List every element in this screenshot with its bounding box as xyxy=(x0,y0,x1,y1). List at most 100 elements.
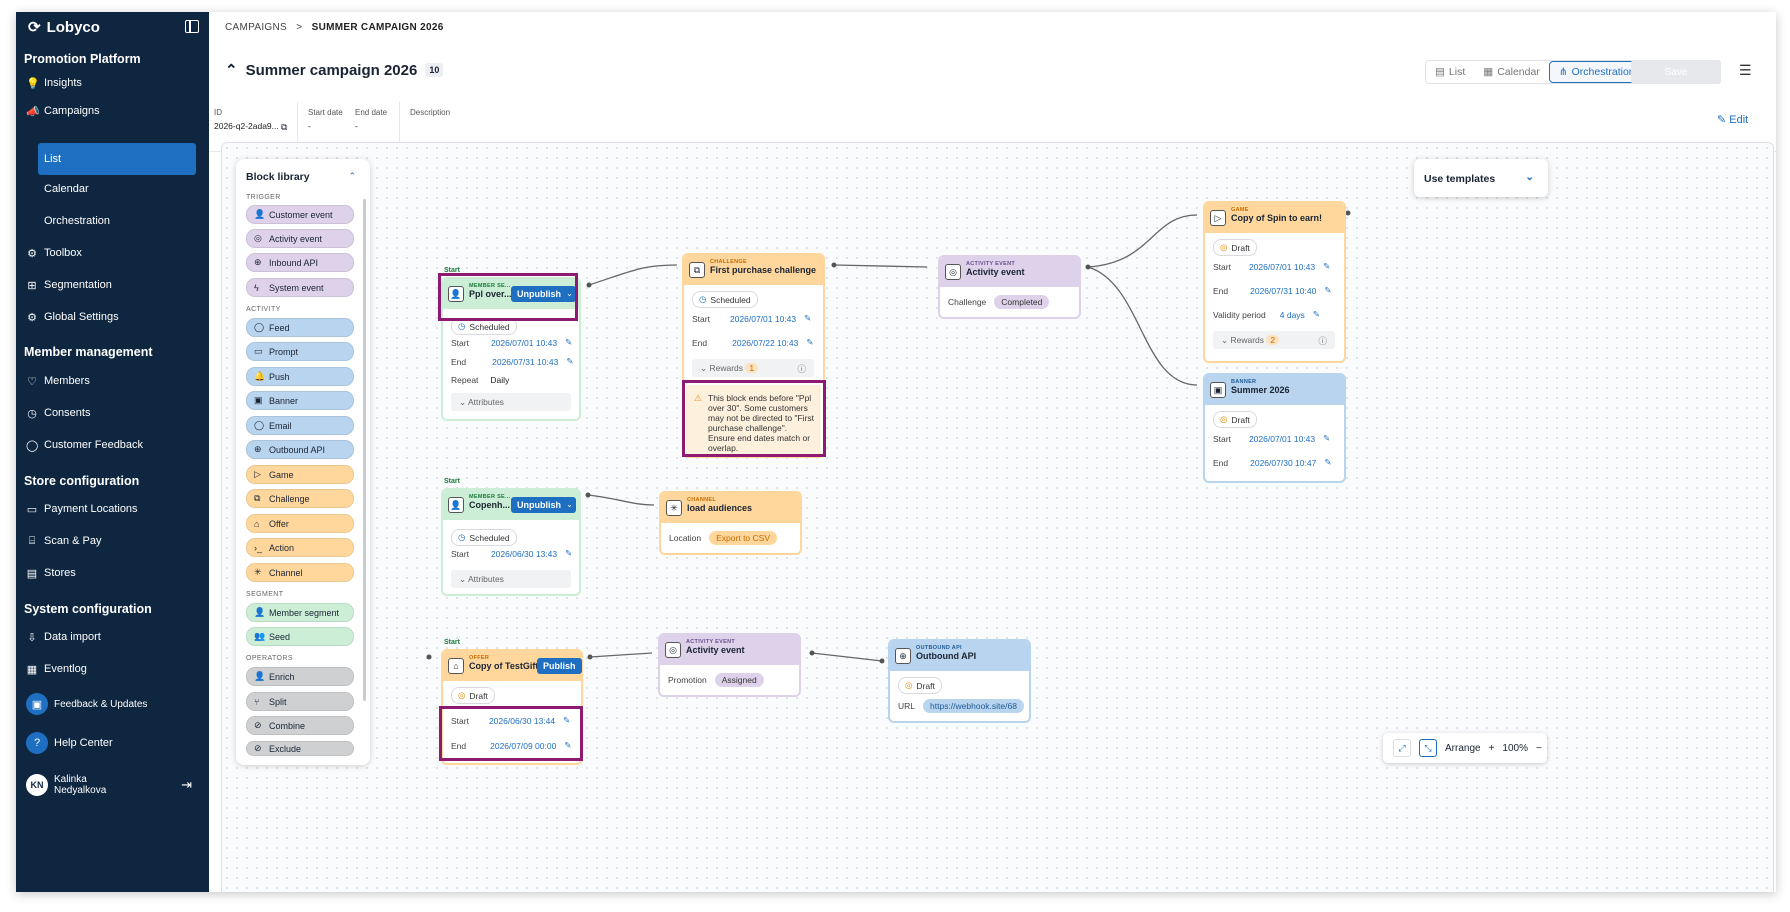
unpublish-button[interactable]: Unpublish xyxy=(511,497,567,513)
rewards-toggle[interactable]: ⌄ Rewards 2 ⓘ xyxy=(1213,331,1335,349)
block-push[interactable]: 🔔 Push xyxy=(246,367,354,386)
rewards-toggle[interactable]: ⌄ Rewards 1 ⓘ xyxy=(692,359,814,377)
sidebar-item-calendar[interactable]: Calendar xyxy=(38,178,196,200)
sidebar-item-toolbox[interactable]: ⚙ Toolbox xyxy=(24,242,204,264)
feedback-icon: ▣ xyxy=(26,693,48,715)
pencil-icon[interactable]: ✎ xyxy=(804,313,811,324)
block-split[interactable]: ⑂ Split xyxy=(246,692,354,711)
node-game[interactable]: ▷ GAME Copy of Spin to earn! ◎ Draft Star… xyxy=(1203,201,1346,363)
sidebar-item-feedback-updates[interactable]: ▣ Feedback & Updates xyxy=(24,693,204,715)
block-activity-event[interactable]: ◎ Activity event xyxy=(246,229,354,248)
zoom-out-icon[interactable]: − xyxy=(1536,743,1542,754)
library-scrollbar[interactable] xyxy=(363,199,366,701)
block-game[interactable]: ▷ Game xyxy=(246,465,354,484)
block-action[interactable]: ›_ Action xyxy=(246,538,354,557)
repeat-row: Repeat Daily xyxy=(451,375,510,385)
page-title: Summer campaign 2026 xyxy=(245,61,418,79)
sidebar-item-scan-pay[interactable]: ⌸ Scan & Pay xyxy=(24,530,204,552)
heart-icon: ♡ xyxy=(27,375,37,388)
url-value[interactable]: https://webhook.site/68 xyxy=(923,699,1024,713)
sidebar-item-stores[interactable]: ▤ Stores xyxy=(24,562,204,584)
arrange-button[interactable]: Arrange xyxy=(1445,743,1481,754)
block-system-event[interactable]: ϟ System event xyxy=(246,278,354,297)
pencil-icon[interactable]: ✎ xyxy=(1323,261,1330,272)
block-combine[interactable]: ⊘ Combine xyxy=(246,716,354,735)
edit-button[interactable]: ✎ Edit xyxy=(1717,113,1748,126)
category-activity: ACTIVITY xyxy=(246,306,281,313)
sidebar-item-list[interactable]: List xyxy=(38,143,196,175)
block-channel[interactable]: ✳ Channel xyxy=(246,563,354,582)
brand-logo[interactable]: ⟳ Lobyco xyxy=(28,18,100,37)
block-challenge[interactable]: ⧉ Challenge xyxy=(246,489,354,508)
sidebar-item-insights[interactable]: 💡 Insights xyxy=(24,72,204,94)
node-channel[interactable]: ✳ CHANNEL load audiences Location Export … xyxy=(659,491,802,555)
block-offer[interactable]: ⌂ Offer xyxy=(246,514,354,533)
pencil-icon[interactable]: ✎ xyxy=(1323,433,1330,444)
publish-button[interactable]: Publish xyxy=(537,658,582,674)
location-row: Location Export to CSV xyxy=(669,531,777,545)
sidebar-item-consents[interactable]: ◷ Consents xyxy=(24,402,204,424)
block-outbound-api[interactable]: ⊕ Outbound API xyxy=(246,440,354,459)
pencil-icon[interactable]: ✎ xyxy=(1324,457,1331,468)
block-enrich[interactable]: 👤 Enrich xyxy=(246,667,354,686)
menu-icon[interactable]: ☰ xyxy=(1739,62,1752,79)
pencil-icon[interactable]: ✎ xyxy=(1313,309,1320,320)
logout-icon[interactable]: ⇥ xyxy=(181,777,192,793)
pencil-icon[interactable]: ✎ xyxy=(1324,285,1331,296)
sidebar-item-orchestration[interactable]: Orchestration xyxy=(38,210,196,232)
node-activity-event-challenge[interactable]: ◎ ACTIVITY EVENT Activity event Challeng… xyxy=(938,255,1081,319)
sidebar-item-campaigns[interactable]: 📣 Campaigns xyxy=(24,100,204,122)
sidebar-item-eventlog[interactable]: ▦ Eventlog xyxy=(24,658,204,680)
store-icon: ▤ xyxy=(26,567,38,580)
pencil-icon[interactable]: ✎ xyxy=(565,337,572,348)
info-icon[interactable]: ⓘ xyxy=(1318,335,1327,347)
block-member-segment[interactable]: 👤 Member segment xyxy=(246,603,354,622)
zoom-in-icon[interactable]: + xyxy=(1489,743,1495,754)
expand-icon[interactable]: ⤢ xyxy=(1393,739,1411,757)
user-profile[interactable]: KN Kalinka Nedyalkova ⇥ xyxy=(24,770,204,800)
block-exclude[interactable]: ⊘ Exclude xyxy=(246,741,354,756)
tab-list[interactable]: ▤ List xyxy=(1426,61,1474,83)
edge-n9-n10 xyxy=(811,652,883,662)
node-outbound-api[interactable]: ⊕ OUTBOUND API Outbound API ◎ Draft URL ht… xyxy=(888,639,1031,723)
attributes-toggle[interactable]: ⌄ Attributes xyxy=(451,570,571,588)
import-icon: ⇩ xyxy=(27,631,37,644)
block-banner[interactable]: ▣ Banner xyxy=(246,391,354,410)
tab-calendar[interactable]: ▦ Calendar xyxy=(1474,61,1549,83)
block-inbound-api[interactable]: ⊕ Inbound API xyxy=(246,253,354,272)
end-row: End 2026/07/31 10:40 ✎ xyxy=(1213,285,1332,296)
copy-icon[interactable]: ⧉ xyxy=(281,122,287,133)
person-icon: 👤 xyxy=(254,209,266,219)
block-customer-event[interactable]: 👤 Customer event xyxy=(246,205,354,224)
sidebar-item-payment-locations[interactable]: ▭ Payment Locations xyxy=(24,498,204,520)
chevron-up-icon[interactable]: ⌃ xyxy=(348,171,356,182)
port-dot xyxy=(426,654,432,660)
chevron-down-icon: ⌄ xyxy=(1525,171,1534,183)
node-activity-event-promotion[interactable]: ◎ ACTIVITY EVENT Activity event Promotio… xyxy=(658,633,801,697)
node-member-segment-copenh[interactable]: 👤 MEMBER SE... Copenh... Unpublish ⌄ ◷ Sc… xyxy=(441,488,581,596)
use-templates-dropdown[interactable]: ⌄ Use templates xyxy=(1414,159,1548,197)
block-prompt[interactable]: ▭ Prompt xyxy=(246,342,354,361)
chevron-up-icon[interactable]: ⌃ xyxy=(225,61,238,79)
chevron-down-icon[interactable]: ⌄ xyxy=(563,497,576,513)
block-feed[interactable]: ◯ Feed xyxy=(246,318,354,337)
info-icon[interactable]: ⓘ xyxy=(797,363,806,375)
sidebar-item-segmentation[interactable]: ⊞ Segmentation xyxy=(24,274,204,296)
sidebar-item-global-settings[interactable]: ⚙ Global Settings xyxy=(24,306,204,328)
block-email[interactable]: ◯ Email xyxy=(246,416,354,435)
breadcrumb-campaigns[interactable]: CAMPAIGNS xyxy=(225,22,287,33)
sidebar-item-data-import[interactable]: ⇩ Data import xyxy=(24,626,204,648)
pencil-icon[interactable]: ✎ xyxy=(566,356,573,367)
save-button[interactable]: Save xyxy=(1631,60,1721,84)
orchestration-canvas[interactable]: Block library ⌃ TRIGGER 👤 Customer event … xyxy=(221,142,1774,892)
pencil-icon[interactable]: ✎ xyxy=(565,548,572,559)
pencil-icon[interactable]: ✎ xyxy=(806,337,813,348)
fit-icon[interactable]: ⤡ xyxy=(1419,739,1437,757)
collapse-sidebar-icon[interactable] xyxy=(185,20,199,33)
attributes-toggle[interactable]: ⌄ Attributes xyxy=(451,393,571,411)
sidebar-item-help-center[interactable]: ? Help Center xyxy=(24,732,204,754)
sidebar-item-members[interactable]: ♡ Members xyxy=(24,370,204,392)
sidebar-item-customer-feedback[interactable]: ◯ Customer Feedback xyxy=(24,434,204,456)
node-banner[interactable]: ▣ BANNER Summer 2026 ◎ Draft Start 2026/07… xyxy=(1203,373,1346,483)
block-seed[interactable]: 👥 Seed xyxy=(246,627,354,646)
